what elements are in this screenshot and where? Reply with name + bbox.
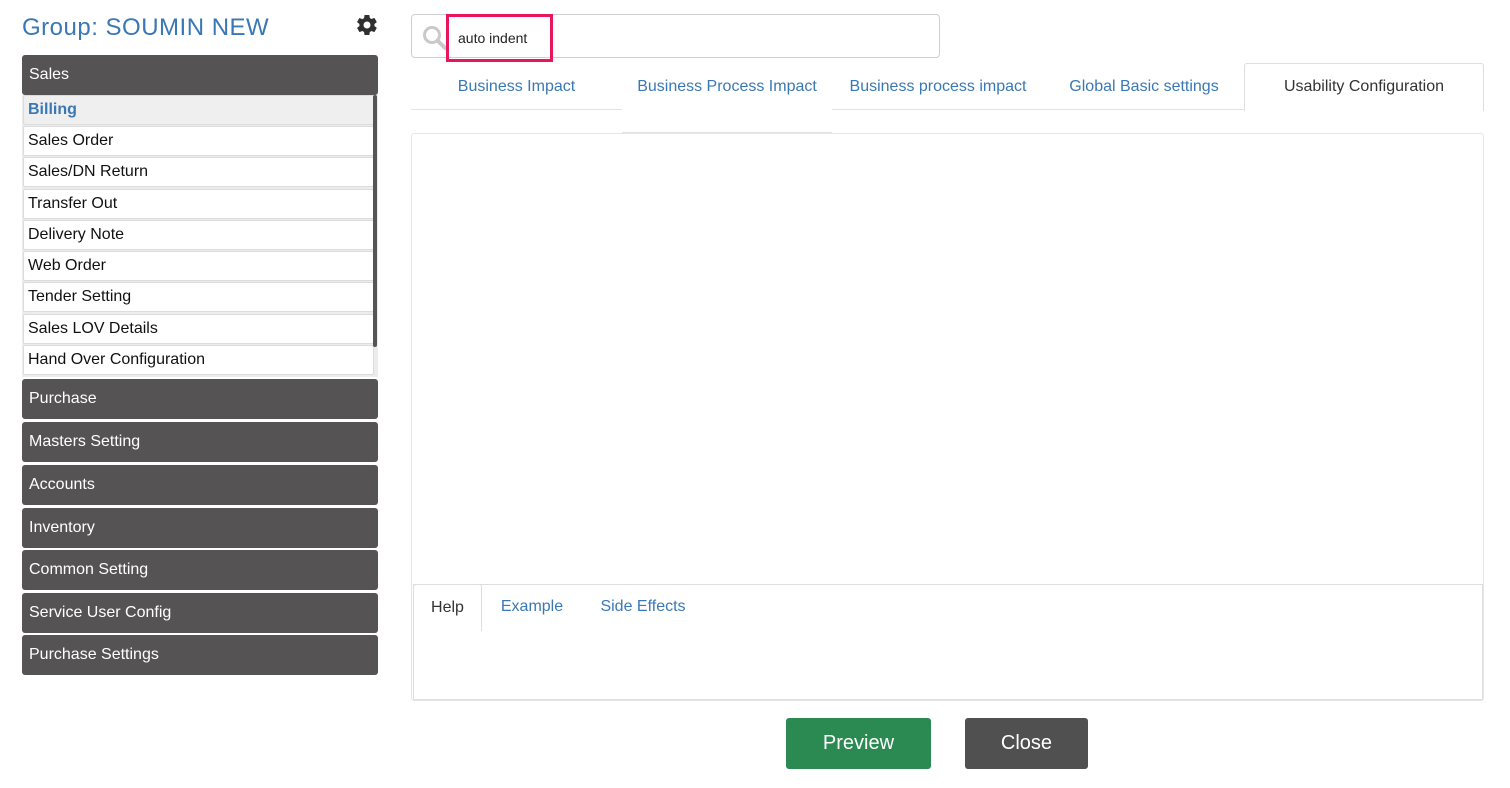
- section-purchase-settings[interactable]: Purchase Settings: [22, 635, 378, 675]
- section-sales[interactable]: Sales: [22, 55, 378, 95]
- submenu-item-hand-over-configuration[interactable]: Hand Over Configuration: [23, 345, 374, 375]
- submenu-scrollbar[interactable]: [373, 95, 377, 347]
- search-icon: [422, 25, 448, 51]
- section-service-user-config[interactable]: Service User Config: [22, 593, 378, 633]
- section-masters-setting[interactable]: Masters Setting: [22, 422, 378, 462]
- submenu-item-delivery-note[interactable]: Delivery Note: [23, 220, 374, 250]
- help-content: [413, 631, 1483, 700]
- search-box: [411, 14, 940, 58]
- tab-global-basic-settings[interactable]: Global Basic settings: [1044, 64, 1244, 110]
- gear-icon[interactable]: [355, 13, 379, 37]
- submenu-item-sales-dn-return[interactable]: Sales/DN Return: [23, 157, 374, 187]
- submenu-item-sales-lov-details[interactable]: Sales LOV Details: [23, 314, 374, 344]
- tab-side-effects[interactable]: Side Effects: [582, 584, 704, 632]
- section-accounts[interactable]: Accounts: [22, 465, 378, 505]
- submenu-item-billing[interactable]: Billing: [23, 95, 374, 125]
- tab-example[interactable]: Example: [484, 584, 580, 632]
- section-common-setting[interactable]: Common Setting: [22, 550, 378, 590]
- section-inventory[interactable]: Inventory: [22, 508, 378, 548]
- tab-business-process-impact[interactable]: Business Process Impact: [622, 64, 832, 133]
- submenu-item-transfer-out[interactable]: Transfer Out: [23, 189, 374, 219]
- submenu-item-sales-order[interactable]: Sales Order: [23, 126, 374, 156]
- preview-button[interactable]: Preview: [786, 718, 931, 769]
- tab-help[interactable]: Help: [413, 584, 482, 632]
- group-title: Group: SOUMIN NEW: [22, 14, 270, 41]
- section-purchase[interactable]: Purchase: [22, 379, 378, 419]
- submenu-item-tender-setting[interactable]: Tender Setting: [23, 282, 374, 312]
- close-button[interactable]: Close: [965, 718, 1088, 769]
- tab-business-impact[interactable]: Business Impact: [411, 64, 622, 110]
- tab-business-process-impact-lower[interactable]: Business process impact: [832, 64, 1044, 110]
- submenu-item-web-order[interactable]: Web Order: [23, 251, 374, 281]
- sales-submenu: Billing Sales Order Sales/DN Return Tran…: [22, 95, 378, 377]
- search-input[interactable]: [458, 27, 918, 49]
- tab-usability-configuration[interactable]: Usability Configuration: [1244, 63, 1484, 111]
